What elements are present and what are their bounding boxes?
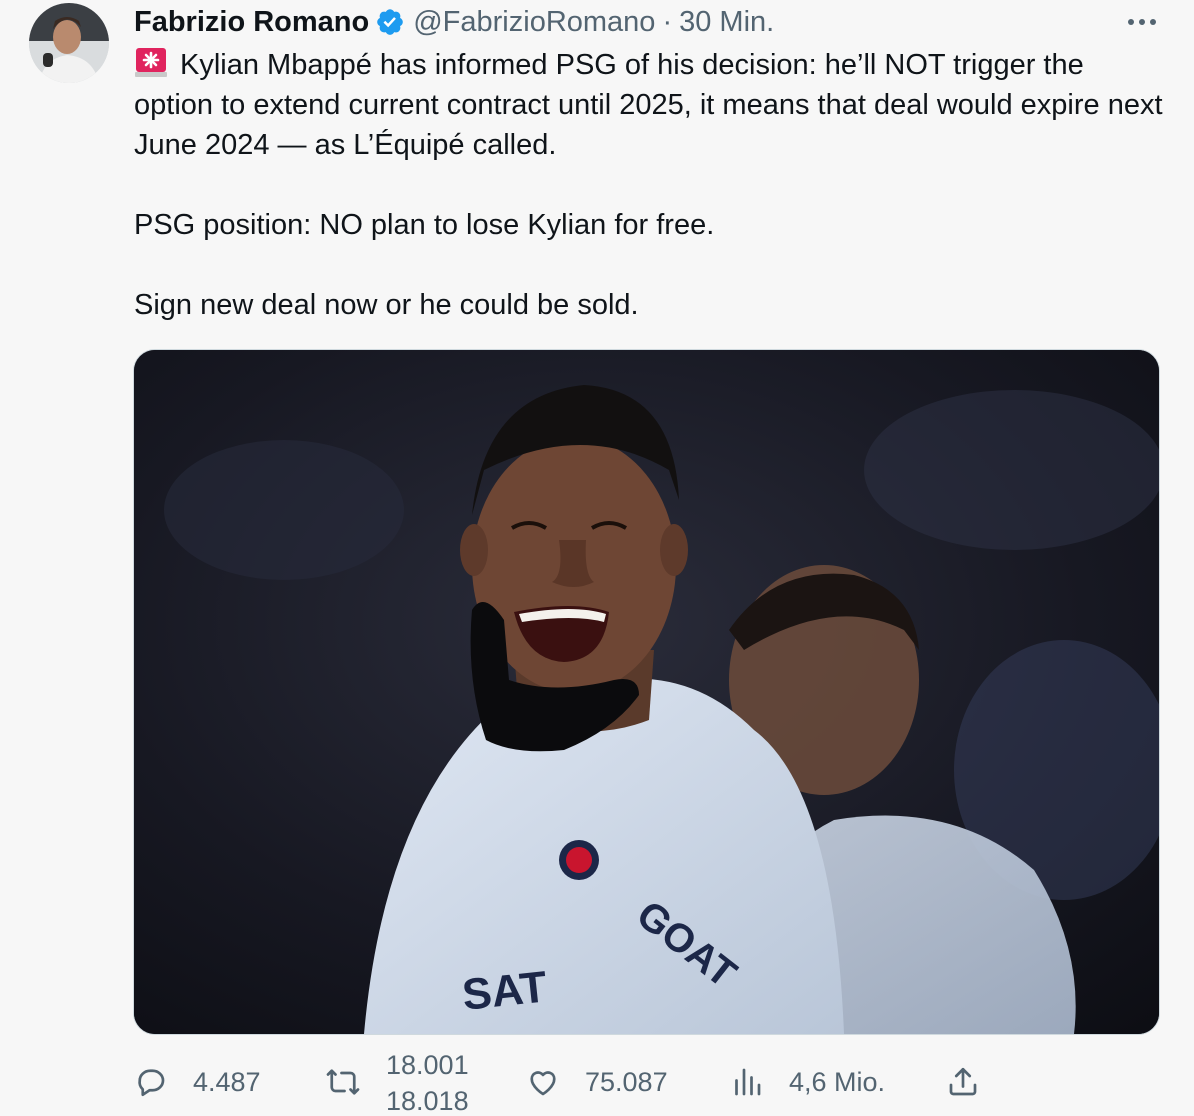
like-button[interactable]: 75.087 bbox=[525, 1052, 668, 1112]
photo-image: GOAT SAT bbox=[134, 350, 1159, 1034]
retweet-count-new: 18.018 bbox=[386, 1086, 469, 1112]
verified-badge-icon bbox=[375, 7, 405, 37]
tweet-timestamp[interactable]: 30 Min. bbox=[679, 6, 774, 39]
sponsor-text: SAT bbox=[460, 962, 550, 1020]
tweet-line-3: Sign new deal now or he could be sold. bbox=[134, 289, 639, 321]
retweet-count-old: 18.001 bbox=[386, 1052, 469, 1080]
retweet-button[interactable] bbox=[325, 1052, 361, 1112]
share-button[interactable] bbox=[945, 1052, 981, 1112]
like-count: 75.087 bbox=[585, 1066, 668, 1097]
views-button[interactable]: 4,6 Mio. bbox=[729, 1052, 885, 1112]
reply-icon bbox=[133, 1064, 169, 1100]
tweet-line-2: PSG position: NO plan to lose Kylian for… bbox=[134, 209, 715, 241]
rotating-light-icon bbox=[134, 45, 168, 79]
views-count: 4,6 Mio. bbox=[789, 1066, 886, 1097]
retweet-icon bbox=[325, 1064, 361, 1100]
heart-icon bbox=[525, 1064, 561, 1100]
tweet-line-1: Kylian Mbappé has informed PSG of his de… bbox=[134, 49, 1163, 161]
tweet-header: Fabrizio Romano @FabrizioRomano · 30 Min… bbox=[134, 2, 774, 42]
retweet-count-rolling: 18.001 18.018 bbox=[386, 1052, 476, 1112]
avatar[interactable] bbox=[29, 3, 109, 83]
more-options-icon[interactable] bbox=[1124, 8, 1160, 36]
tweet-text: Kylian Mbappé has informed PSG of his de… bbox=[134, 45, 1164, 325]
reply-count: 4.487 bbox=[193, 1066, 261, 1097]
tweet-actions: 4.487 18.001 18.018 75.087 4,6 Mio. bbox=[133, 1052, 1133, 1112]
tweet-paragraph-1: Kylian Mbappé has informed PSG of his de… bbox=[134, 45, 1164, 165]
author-handle[interactable]: @FabrizioRomano bbox=[413, 6, 655, 39]
author-name[interactable]: Fabrizio Romano bbox=[134, 6, 369, 39]
share-icon bbox=[945, 1064, 981, 1100]
avatar-image bbox=[29, 3, 109, 83]
tweet-photo[interactable]: GOAT SAT bbox=[133, 349, 1160, 1035]
separator-dot: · bbox=[662, 5, 673, 38]
views-chart-icon bbox=[729, 1064, 765, 1100]
reply-button[interactable]: 4.487 bbox=[133, 1052, 261, 1112]
